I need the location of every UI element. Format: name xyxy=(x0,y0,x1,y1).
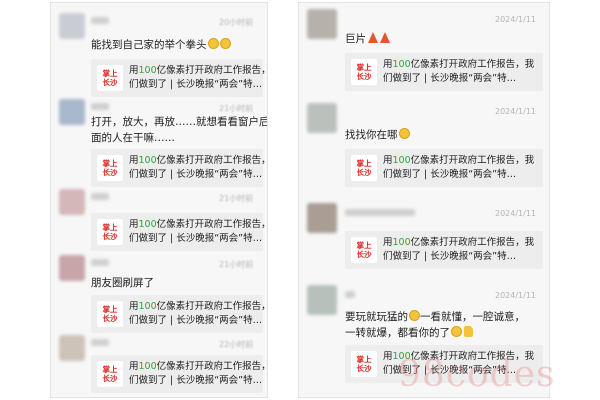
timestamp: 21小时前 xyxy=(219,194,254,203)
timestamp: 2024/1/11 xyxy=(495,15,537,24)
shared-article-card[interactable]: 掌上 长沙 用100亿像素打开政府工作报告，我 们做到了 | 长沙晚报“两会”特… xyxy=(91,355,267,393)
card-title: 用100亿像素打开政府工作报告，我 们做到了 | 长沙晚报“两会”特… xyxy=(129,361,268,386)
zhangshang-changsha-logo: 掌上 长沙 xyxy=(97,155,123,181)
avatar[interactable] xyxy=(307,103,337,133)
party-popper-icon xyxy=(380,32,390,43)
avatar[interactable] xyxy=(307,285,337,315)
comment-text: 要玩就玩猛的 一看就懂，一腔诚意， 一转就爆，都看你的了 xyxy=(345,310,525,339)
shared-article-card[interactable]: 掌上 长沙 用100亿像素打开政府工作报告，我 们做到了 | 长沙晚报“两会”特… xyxy=(91,295,267,333)
comment-panel-right: 巨片 2024/1/11 掌上 长沙 用100亿像素打开政府工作报告，我 们做到了… xyxy=(298,2,550,398)
timestamp: 21小时前 xyxy=(219,104,254,113)
shared-article-card[interactable]: 掌上 长沙 用100亿像素打开政府工作报告，我 们做到了 | 长沙晚报“两会”特… xyxy=(91,213,267,251)
smile-emoji-icon xyxy=(219,38,231,49)
username-blurred xyxy=(345,291,355,298)
avatar[interactable] xyxy=(307,9,337,39)
comment-panel-left: 20小时前 能找到自己家的举个拳头 掌上 长沙 用100亿像素打开政府工作报告，我… xyxy=(50,2,268,398)
shared-article-card[interactable]: 掌上 长沙 用100亿像素打开政府工作报告，我 们做到了 | 长沙晚报“两会”特… xyxy=(345,231,543,269)
comment-text: 能找到自己家的举个拳头 xyxy=(91,37,231,53)
smile-emoji-icon xyxy=(451,326,462,337)
comment-text: 打开，放大，再放……就想看看窗户后 面的人在干嘛…… xyxy=(91,116,268,144)
avatar[interactable] xyxy=(59,189,85,215)
smile-emoji-icon xyxy=(207,38,219,49)
zhangshang-changsha-logo: 掌上 长沙 xyxy=(97,65,123,91)
username-blurred xyxy=(91,259,109,266)
thumbs-up-icon xyxy=(464,326,473,337)
zhangshang-changsha-logo: 掌上 长沙 xyxy=(97,219,123,245)
avatar[interactable] xyxy=(59,335,85,361)
shared-article-card[interactable]: 掌上 长沙 用100亿像素打开政府工作报告，我 们做到了 | 长沙晚报“两会”特… xyxy=(345,149,543,187)
comment-text: 朋友圈刷屏了 xyxy=(91,277,154,289)
timestamp: 2024/1/11 xyxy=(495,209,537,218)
avatar[interactable] xyxy=(59,99,85,125)
timestamp: 2024/1/11 xyxy=(495,291,537,300)
comment-text: 找找你在哪 xyxy=(345,127,410,143)
zhangshang-changsha-logo: 掌上 长沙 xyxy=(351,237,377,263)
card-title: 用100亿像素打开政府工作报告，我 们做到了 | 长沙晚报“两会”特… xyxy=(383,59,535,84)
username-blurred xyxy=(91,17,109,24)
comment-text: 巨片 xyxy=(345,31,390,47)
timestamp: 22小时前 xyxy=(219,340,254,349)
card-title: 用100亿像素打开政府工作报告，我 们做到了 | 长沙晚报“两会”特… xyxy=(383,237,535,262)
card-title: 用100亿像素打开政府工作报告，我 们做到了 | 长沙晚报“两会”特… xyxy=(129,301,268,326)
timestamp: 21小时前 xyxy=(219,260,254,269)
zhangshang-changsha-logo: 掌上 长沙 xyxy=(97,361,123,387)
card-title: 用100亿像素打开政府工作报告，我 们做到了 | 长沙晚报“两会”特… xyxy=(129,65,268,90)
zhangshang-changsha-logo: 掌上 长沙 xyxy=(351,155,377,181)
party-popper-icon xyxy=(368,32,378,43)
card-title: 用100亿像素打开政府工作报告，我 们做到了 | 长沙晚报“两会”特… xyxy=(129,219,268,244)
avatar[interactable] xyxy=(59,13,85,39)
zhangshang-changsha-logo: 掌上 长沙 xyxy=(351,351,377,377)
username-blurred xyxy=(91,339,109,346)
shared-article-card[interactable]: 掌上 长沙 用100亿像素打开政府工作报告，我 们做到了 | 长沙晚报“两会”特… xyxy=(91,59,267,97)
laughing-emoji-icon xyxy=(409,310,420,321)
watermark: 98codes xyxy=(398,354,556,395)
zhangshang-changsha-logo: 掌上 长沙 xyxy=(351,59,377,85)
avatar[interactable] xyxy=(307,203,337,233)
avatar[interactable] xyxy=(59,255,85,281)
card-title: 用100亿像素打开政府工作报告，我 们做到了 | 长沙晚报“两会”特… xyxy=(383,155,535,180)
shared-article-card[interactable]: 掌上 长沙 用100亿像素打开政府工作报告，我 们做到了 | 长沙晚报“两会”特… xyxy=(345,53,543,91)
smile-emoji-icon xyxy=(398,128,410,139)
username-blurred xyxy=(345,209,415,216)
card-title: 用100亿像素打开政府工作报告，我 们做到了 | 长沙晚报“两会”特… xyxy=(129,155,268,180)
zhangshang-changsha-logo: 掌上 长沙 xyxy=(97,301,123,327)
timestamp: 20小时前 xyxy=(219,18,254,27)
shared-article-card[interactable]: 掌上 长沙 用100亿像素打开政府工作报告，我 们做到了 | 长沙晚报“两会”特… xyxy=(91,149,267,187)
timestamp: 2024/1/11 xyxy=(495,107,537,116)
username-blurred xyxy=(91,103,109,110)
username-blurred xyxy=(91,193,109,200)
